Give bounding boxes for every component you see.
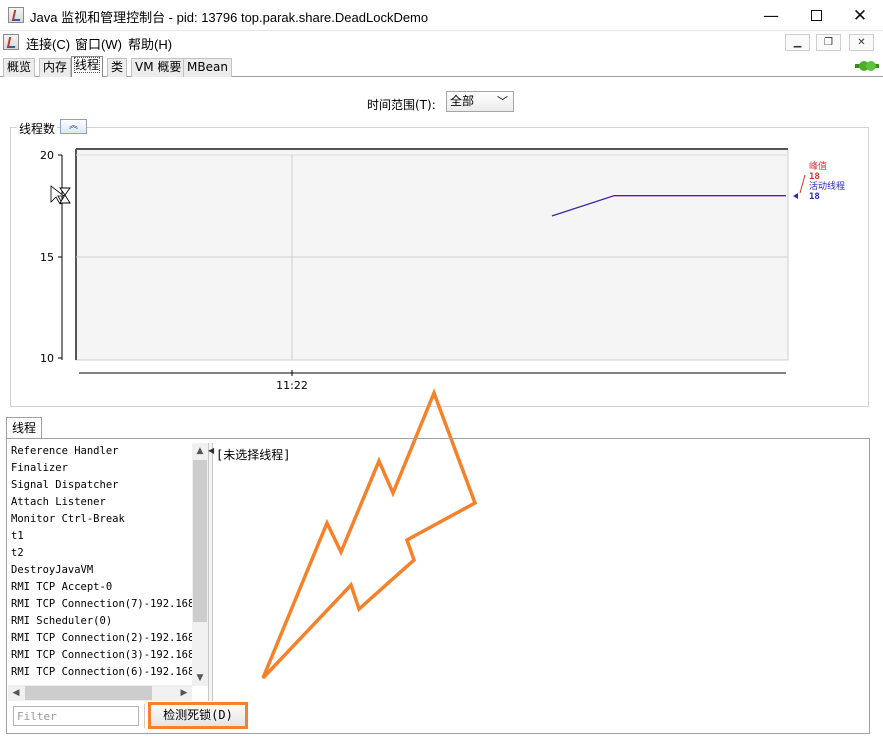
thread-list[interactable]: Reference Handler Finalizer Signal Dispatc… bbox=[8, 443, 208, 701]
legend-peak-name: 峰值 bbox=[809, 160, 827, 172]
toolbar-separator bbox=[144, 704, 145, 728]
thread-list-horizontal-scrollbar[interactable]: ◀ ▶ bbox=[8, 685, 192, 701]
thread-list-item[interactable]: Reference Handler bbox=[8, 443, 192, 460]
scroll-left-icon[interactable]: ◀ bbox=[8, 685, 24, 701]
thread-list-item[interactable]: RMI Scheduler(0) bbox=[8, 613, 192, 630]
legend-connector-peak bbox=[799, 174, 806, 194]
thread-list-item[interactable]: Attach Listener bbox=[8, 494, 192, 511]
y-tick-label: 20 bbox=[40, 149, 54, 162]
legend-live-name: 活动线程 bbox=[809, 180, 845, 192]
plot-area bbox=[75, 148, 789, 361]
thread-list-item[interactable]: DestroyJavaVM bbox=[8, 562, 192, 579]
legend-marker-live bbox=[793, 193, 798, 199]
thread-list-item[interactable]: RMI TCP Accept-0 bbox=[8, 579, 192, 596]
thread-list-item[interactable]: Signal Dispatcher bbox=[8, 477, 192, 494]
legend-live-value: 18 bbox=[809, 192, 820, 202]
thread-list-item[interactable]: Finalizer bbox=[8, 460, 192, 477]
scroll-down-icon[interactable]: ▼ bbox=[192, 670, 208, 686]
splitter-collapse-icon[interactable]: ◀ bbox=[208, 446, 214, 455]
detect-deadlock-button[interactable]: 检测死锁(D) bbox=[150, 704, 246, 727]
thread-list-item[interactable]: RMI TCP Connection(2)-192.168. bbox=[8, 630, 192, 647]
split-pane-divider[interactable] bbox=[208, 443, 213, 701]
thread-list-item[interactable]: RMI TCP Connection(7)-192.168. bbox=[8, 596, 192, 613]
y-tick-label: 15 bbox=[40, 251, 54, 264]
scrollbar-thumb[interactable] bbox=[193, 460, 207, 622]
thread-list-item[interactable]: Monitor Ctrl-Break bbox=[8, 511, 192, 528]
thread-list-item[interactable]: RMI TCP Connection(6)-192.168. bbox=[8, 664, 192, 681]
x-tick-label: 11:22 bbox=[276, 379, 308, 392]
thread-filter-input[interactable] bbox=[13, 706, 139, 726]
scroll-right-icon[interactable]: ▶ bbox=[176, 685, 192, 701]
legend-peak-value: 18 bbox=[809, 172, 820, 182]
thread-list-item[interactable]: RMI TCP Connection(3)-192.168. bbox=[8, 647, 192, 664]
scroll-up-icon[interactable]: ▲ bbox=[192, 443, 208, 459]
thread-list-item[interactable]: t2 bbox=[8, 545, 192, 562]
hourglass-cursor-icon bbox=[50, 185, 71, 205]
y-tick-label: 10 bbox=[40, 352, 54, 365]
thread-list-item[interactable]: t1 bbox=[8, 528, 192, 545]
scrollbar-thumb[interactable] bbox=[25, 686, 152, 700]
thread-list-vertical-scrollbar[interactable]: ▲ ▼ bbox=[192, 443, 208, 686]
threads-subtab[interactable]: 线程 bbox=[6, 417, 42, 439]
thread-detail-text: [未选择线程] bbox=[216, 448, 291, 462]
